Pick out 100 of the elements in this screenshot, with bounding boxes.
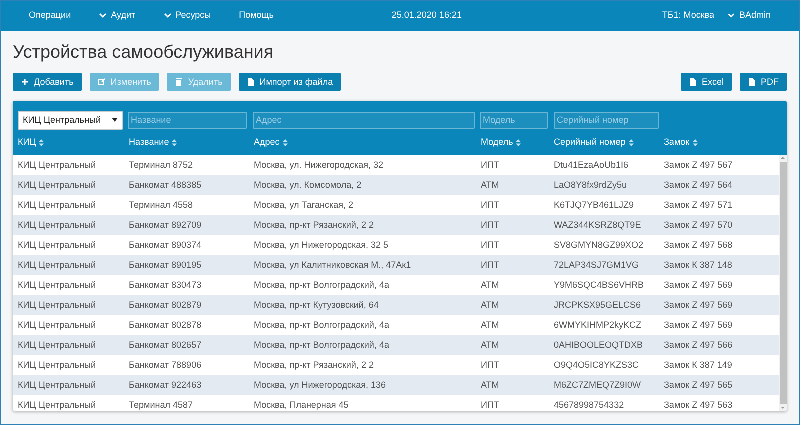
table-cell-text: JRCPKSX95GELCS6 bbox=[553, 298, 642, 312]
table-cell-text: 45678998754332 bbox=[553, 398, 626, 412]
table-cell-text: Замок К 387 149 bbox=[663, 358, 734, 372]
scroll-down-icon[interactable] bbox=[780, 405, 786, 412]
table-cell-text: Москва, ул Нижегородская, 32 5 bbox=[253, 238, 390, 252]
file-icon bbox=[246, 78, 255, 86]
table-cell-text: M6ZC7ZMEQ7Z9I0W bbox=[553, 378, 642, 392]
table-cell-text: Москва, пр-кт Волгоградский, 4а bbox=[253, 338, 390, 352]
table-cell-text: Замок Z 497 571 bbox=[663, 198, 734, 212]
table-cell-text: Москва, ул Нижегородская, 136 bbox=[253, 378, 388, 392]
sort-icon bbox=[628, 138, 634, 147]
column-header[interactable]: Серийный номер bbox=[549, 136, 659, 150]
chevron-icon bbox=[728, 13, 736, 19]
table-cell-text: Замок Z 497 564 bbox=[663, 178, 734, 192]
user-menu[interactable]: BAdmin bbox=[728, 9, 771, 23]
table-cell-text: Замок Z 497 563 bbox=[663, 398, 734, 412]
table-cell-text: Замок Z 497 569 bbox=[663, 298, 734, 312]
table-cell-text: КИЦ Центральный bbox=[17, 178, 98, 192]
table-cell-text: ИПТ bbox=[480, 358, 500, 372]
table-cell-text: КИЦ Центральный bbox=[17, 358, 98, 372]
table-cell-text: АТМ bbox=[480, 378, 500, 392]
table-cell-text: АТМ bbox=[480, 318, 500, 332]
filter-select[interactable]: КИЦ Центральный bbox=[18, 110, 123, 130]
menu-item[interactable]: Аудит bbox=[99, 9, 136, 23]
menu-item[interactable]: Операции bbox=[29, 9, 72, 23]
table-cell-text: КИЦ Центральный bbox=[17, 278, 98, 292]
table-cell-text: Банкомат 488385 bbox=[128, 178, 203, 192]
sort-icon bbox=[692, 138, 698, 147]
table-cell-text: Москва, пр-кт Кутузовский, 64 bbox=[253, 298, 380, 312]
table-cell-text: Банкомат 788906 bbox=[128, 358, 203, 372]
column-header[interactable]: Замок bbox=[659, 136, 779, 150]
table-cell-text: Банкомат 892709 bbox=[128, 218, 203, 232]
branch-label: ТБ1: Москва bbox=[662, 9, 714, 22]
table-cell-text: Замок Z 497 566 bbox=[663, 338, 734, 352]
table-cell-text: Банкомат 890374 bbox=[128, 238, 203, 252]
table-cell-text: Банкомат 830473 bbox=[128, 278, 203, 292]
column-header[interactable]: КИЦ bbox=[13, 136, 124, 150]
table-cell-text: K6TJQ7YB461LJZ9 bbox=[553, 198, 636, 212]
table-cell-text: КИЦ Центральный bbox=[17, 198, 98, 212]
table-cell-text: КИЦ Центральный bbox=[17, 378, 98, 392]
table-cell-text: SV8GMYN8GZ99XO2 bbox=[553, 238, 645, 252]
table-cell-text: Москва, ул. Нижегородская, 32 bbox=[253, 158, 385, 172]
dropdown-icon bbox=[112, 118, 118, 122]
scroll-up-icon[interactable] bbox=[780, 155, 786, 162]
edit-icon bbox=[98, 78, 106, 86]
sort-icon bbox=[516, 138, 522, 147]
table-cell-text: ИПТ bbox=[480, 258, 500, 272]
table-cell-text: Терминал 4587 bbox=[128, 398, 194, 412]
table-cell-text: АТМ bbox=[480, 178, 500, 192]
sort-icon bbox=[172, 138, 178, 147]
table-cell-text: 6WMYKIHMP2kyKCZ bbox=[553, 318, 643, 332]
table-cell-text: Терминал 8752 bbox=[128, 158, 194, 172]
file-icon bbox=[688, 78, 697, 86]
menu-item[interactable]: Помощь bbox=[239, 9, 274, 23]
plus-icon bbox=[21, 78, 29, 86]
table-cell-text: Замок Z 497 569 bbox=[663, 278, 734, 292]
table-cell-text: Замок Z 497 570 bbox=[663, 218, 734, 232]
table-cell-text: Замок Z 497 567 bbox=[663, 158, 734, 172]
toolbar-button[interactable]: Импорт из файла bbox=[238, 73, 342, 92]
table-cell-text: Банкомат 922463 bbox=[128, 378, 203, 392]
table-cell-text: Банкомат 890195 bbox=[128, 258, 203, 272]
table-cell-text: Москва, Планерная 45 bbox=[253, 398, 350, 412]
export-button[interactable]: Excel bbox=[680, 73, 732, 92]
table-cell-text: ИПТ bbox=[480, 218, 500, 232]
table-cell-text: ИПТ bbox=[480, 198, 500, 212]
table-cell-text: Банкомат 802879 bbox=[128, 298, 203, 312]
table-cell-text: Терминал 4558 bbox=[128, 198, 194, 212]
table-cell-text: 0AHIBOOLEOQTDXB bbox=[553, 338, 644, 352]
table-cell-text: O9Q4O5IC8YKZS3C bbox=[553, 358, 640, 372]
table-cell-text: Москва, пр-кт Рязанский, 2 2 bbox=[253, 218, 375, 232]
column-header[interactable]: Название bbox=[124, 136, 249, 150]
table-cell-text: ИПТ bbox=[480, 158, 500, 172]
table-cell-text: Замок Z 497 569 bbox=[663, 318, 734, 332]
table-cell-text: Замок Z 497 568 bbox=[663, 238, 734, 252]
table-cell-text: ИПТ bbox=[480, 398, 500, 412]
table-cell-text: АТМ bbox=[480, 338, 500, 352]
table-cell-text: Москва, ул. Комсомола, 2 bbox=[253, 178, 363, 192]
export-button[interactable]: PDF bbox=[740, 73, 787, 92]
table-cell-text: Y9M6SQC4BS6VHRB bbox=[553, 278, 646, 292]
table-cell-text: LaO8Y8fx9rdZy5u bbox=[553, 178, 628, 192]
table-cell-text: АТМ bbox=[480, 278, 500, 292]
table-cell-text: Москва, ул Таганская, 2 bbox=[253, 198, 354, 212]
table-cell-text: Банкомат 802657 bbox=[128, 338, 203, 352]
table-cell-text: Москва, пр-кт Рязанский, 2 2 bbox=[253, 358, 375, 372]
page-title: Устройства самообслуживания bbox=[13, 41, 275, 64]
table-cell-text: КИЦ Центральный bbox=[17, 338, 98, 352]
table-cell-text: КИЦ Центральный bbox=[17, 298, 98, 312]
table-cell-text: Москва, ул Калитниковская М., 47Ак1 bbox=[253, 258, 412, 272]
table-cell-text: КИЦ Центральный bbox=[17, 158, 98, 172]
menu-item[interactable]: Ресурсы bbox=[164, 9, 212, 23]
sort-icon bbox=[39, 138, 44, 147]
file-icon bbox=[748, 78, 756, 86]
table-cell-text: Dtu41EzaAoUb1I6 bbox=[553, 158, 630, 172]
table-cell-text: КИЦ Центральный bbox=[17, 398, 98, 412]
toolbar-button[interactable]: Добавить bbox=[13, 73, 82, 92]
column-header[interactable]: Модель bbox=[476, 136, 549, 150]
table-cell-text: ИПТ bbox=[480, 238, 500, 252]
table-cell-text: КИЦ Центральный bbox=[17, 238, 98, 252]
table-cell-text: Замок К 387 148 bbox=[663, 258, 734, 272]
column-header[interactable]: Адрес bbox=[249, 136, 476, 150]
